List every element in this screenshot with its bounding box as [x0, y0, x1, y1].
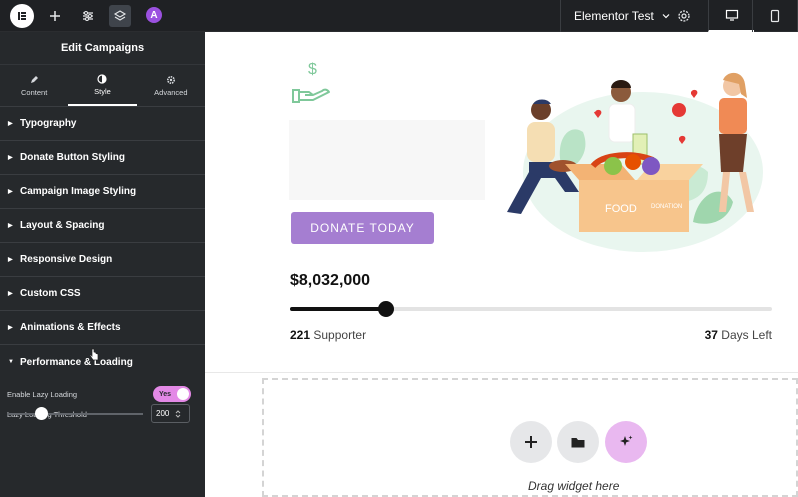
section-responsive-design[interactable]: ▶ Responsive Design	[0, 243, 205, 277]
editor-panel: Edit Campaigns Content Style Advanced ▶ T…	[0, 32, 205, 497]
section-label: Animations & Effects	[20, 322, 121, 333]
section-label: Custom CSS	[20, 288, 81, 299]
folder-icon	[571, 438, 585, 448]
section-label: Donate Button Styling	[20, 152, 125, 163]
campaign-progress-bar	[290, 301, 772, 317]
lazy-loading-toggle[interactable]: Yes	[153, 386, 191, 402]
section-animations-effects[interactable]: ▶ Animations & Effects	[0, 311, 205, 345]
threshold-slider-track[interactable]	[7, 413, 143, 415]
section-custom-css[interactable]: ▶ Custom CSS	[0, 277, 205, 311]
pencil-icon	[31, 75, 39, 83]
supporters-label: Supporter	[313, 328, 367, 342]
tab-content[interactable]: Content	[0, 65, 68, 106]
toggle-value: Yes	[159, 390, 172, 398]
caret-right-icon: ▶	[8, 121, 13, 127]
caret-right-icon: ▶	[8, 257, 13, 263]
chevron-down-icon	[662, 14, 670, 19]
section-campaign-image-styling[interactable]: ▶ Campaign Image Styling	[0, 175, 205, 209]
caret-right-icon: ▶	[8, 291, 13, 297]
section-label: Campaign Image Styling	[20, 186, 137, 197]
drop-zone-text: Drag widget here	[528, 479, 620, 493]
add-section-button[interactable]	[510, 421, 552, 463]
hand-cursor-icon	[89, 348, 99, 361]
layers-icon[interactable]	[109, 5, 131, 27]
caret-right-icon: ▶	[8, 189, 13, 195]
tab-style[interactable]: Style	[68, 65, 137, 106]
caret-down-icon: ▼	[8, 359, 14, 365]
section-performance-loading[interactable]: ▼ Performance & Loading	[0, 345, 205, 379]
tab-advanced[interactable]: Advanced	[137, 65, 205, 106]
mobile-icon[interactable]	[752, 0, 798, 32]
progress-fill	[290, 307, 387, 311]
campaign-amount: $8,032,000	[290, 272, 371, 289]
section-donate-button-styling[interactable]: ▶ Donate Button Styling	[0, 141, 205, 175]
preview-canvas: $ DONATE TODAY $8,032,000 221 Supporter …	[205, 32, 798, 497]
supporters-count: 221	[290, 328, 311, 342]
threshold-number-input[interactable]: 200	[151, 404, 190, 423]
stepper-arrows-icon[interactable]	[175, 409, 181, 419]
lazy-loading-row: Enable Lazy Loading Yes	[0, 385, 205, 403]
ai-icon[interactable]: A	[146, 7, 162, 23]
gear-icon[interactable]	[676, 8, 692, 24]
box-food-label: FOOD	[605, 203, 637, 215]
threshold-slider-handle[interactable]	[35, 407, 48, 420]
supporters-stat: 221 Supporter	[290, 328, 366, 342]
caret-right-icon: ▶	[8, 325, 13, 331]
section-typography[interactable]: ▶ Typography	[0, 107, 205, 141]
tab-advanced-label: Advanced	[154, 87, 188, 97]
section-layout-spacing[interactable]: ▶ Layout & Spacing	[0, 209, 205, 243]
placeholder-box	[289, 120, 485, 200]
toggle-knob	[177, 388, 189, 400]
add-template-button[interactable]	[557, 421, 599, 463]
elementor-logo-icon[interactable]	[10, 4, 34, 28]
section-label: Typography	[20, 118, 77, 129]
site-name-label: Elementor Test	[574, 9, 654, 23]
ai-sparkle-icon	[620, 435, 633, 446]
tab-content-label: Content	[21, 87, 48, 97]
half-circle-icon	[97, 73, 108, 84]
panel-tabs: Content Style Advanced	[0, 65, 205, 107]
section-divider	[205, 372, 798, 373]
lazy-loading-label: Enable Lazy Loading	[7, 389, 78, 399]
campaign-illustration: FOOD DONATION	[507, 72, 763, 252]
desktop-icon[interactable]	[708, 0, 754, 32]
days-left-stat: 37 Days Left	[705, 328, 772, 342]
section-label: Responsive Design	[20, 254, 113, 265]
panel-title: Edit Campaigns	[0, 32, 205, 65]
caret-right-icon: ▶	[8, 223, 13, 229]
days-label: Days Left	[721, 328, 772, 342]
add-icon	[525, 436, 537, 448]
box-donation-label: DONATION	[651, 204, 682, 210]
donate-button[interactable]: DONATE TODAY	[291, 212, 434, 244]
tab-style-label: Style	[94, 86, 111, 96]
settings-sliders-icon[interactable]	[78, 6, 98, 26]
days-count: 37	[704, 328, 718, 342]
svg-text:$: $	[308, 61, 317, 78]
top-bar: A Elementor Test	[0, 0, 798, 32]
ai-generate-button[interactable]	[605, 421, 647, 463]
threshold-value: 200	[156, 409, 170, 418]
donation-hand-icon: $	[292, 61, 330, 103]
section-label: Layout & Spacing	[20, 220, 105, 231]
section-label: Performance & Loading	[20, 356, 133, 368]
gear-icon	[166, 75, 175, 84]
add-icon[interactable]	[45, 6, 65, 26]
elementor-editor: A Elementor Test Edit Campaigns Content …	[0, 0, 798, 497]
caret-right-icon: ▶	[8, 155, 13, 161]
